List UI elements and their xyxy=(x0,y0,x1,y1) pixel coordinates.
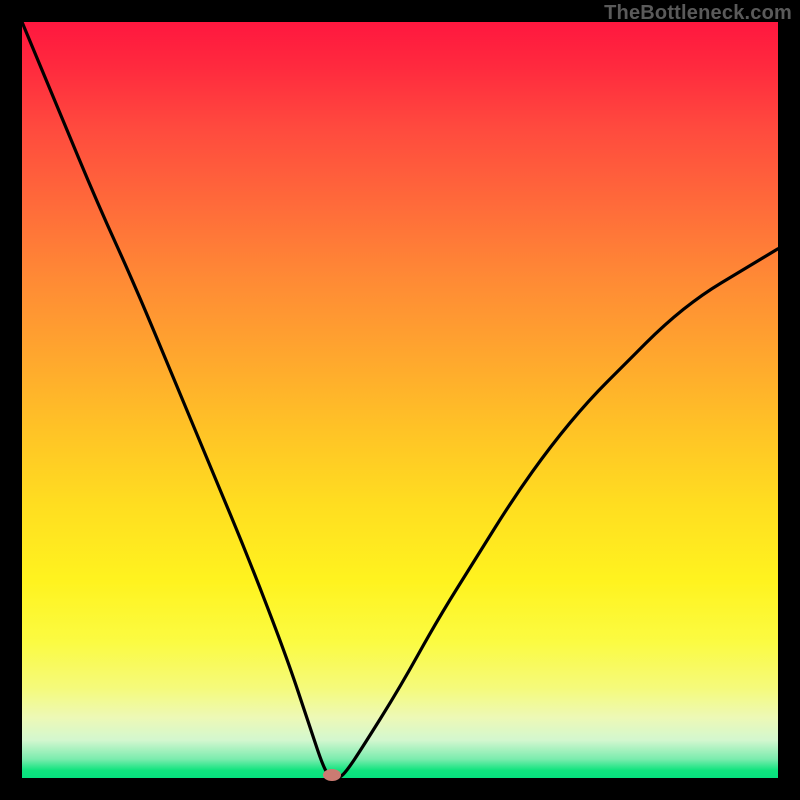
chart-frame: TheBottleneck.com xyxy=(0,0,800,800)
optimal-point-marker xyxy=(323,769,341,781)
bottleneck-curve xyxy=(22,22,778,778)
plot-area xyxy=(22,22,778,778)
